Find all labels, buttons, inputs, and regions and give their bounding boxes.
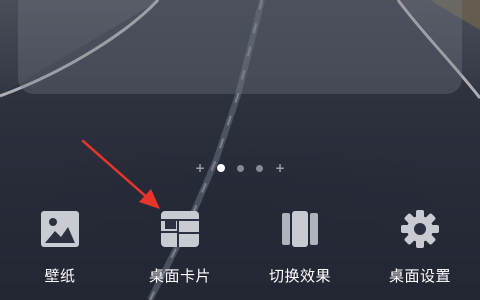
desktop-cards-button[interactable]: 桌面卡片 (120, 205, 240, 300)
page-dot[interactable] (237, 164, 244, 172)
desktop-settings-label: 桌面设置 (388, 267, 451, 285)
add-page-left-icon[interactable]: + (195, 162, 205, 174)
edit-mode-menu: 壁纸 桌面卡片 切换效果 桌面设置 (0, 205, 480, 300)
wallpaper-button[interactable]: 壁纸 (0, 205, 120, 300)
widget-card-panel[interactable] (18, 0, 462, 94)
page-indicator[interactable]: + + (0, 161, 480, 175)
image-icon (36, 205, 84, 253)
switch-effect-label: 切换效果 (268, 267, 331, 285)
gear-icon (396, 205, 444, 253)
page-dot[interactable] (256, 164, 263, 172)
desktop-cards-label: 桌面卡片 (148, 267, 211, 285)
switch-effect-button[interactable]: 切换效果 (240, 205, 360, 300)
home-screen-edit-mode: + + 壁纸 桌面卡片 切换效果 桌面设置 (0, 0, 480, 300)
page-dot-active[interactable] (217, 164, 225, 172)
widget-cards-icon (156, 205, 204, 253)
transition-effect-icon (276, 205, 324, 253)
desktop-settings-button[interactable]: 桌面设置 (360, 205, 480, 300)
wallpaper-label: 壁纸 (44, 267, 76, 285)
add-page-right-icon[interactable]: + (275, 162, 285, 174)
